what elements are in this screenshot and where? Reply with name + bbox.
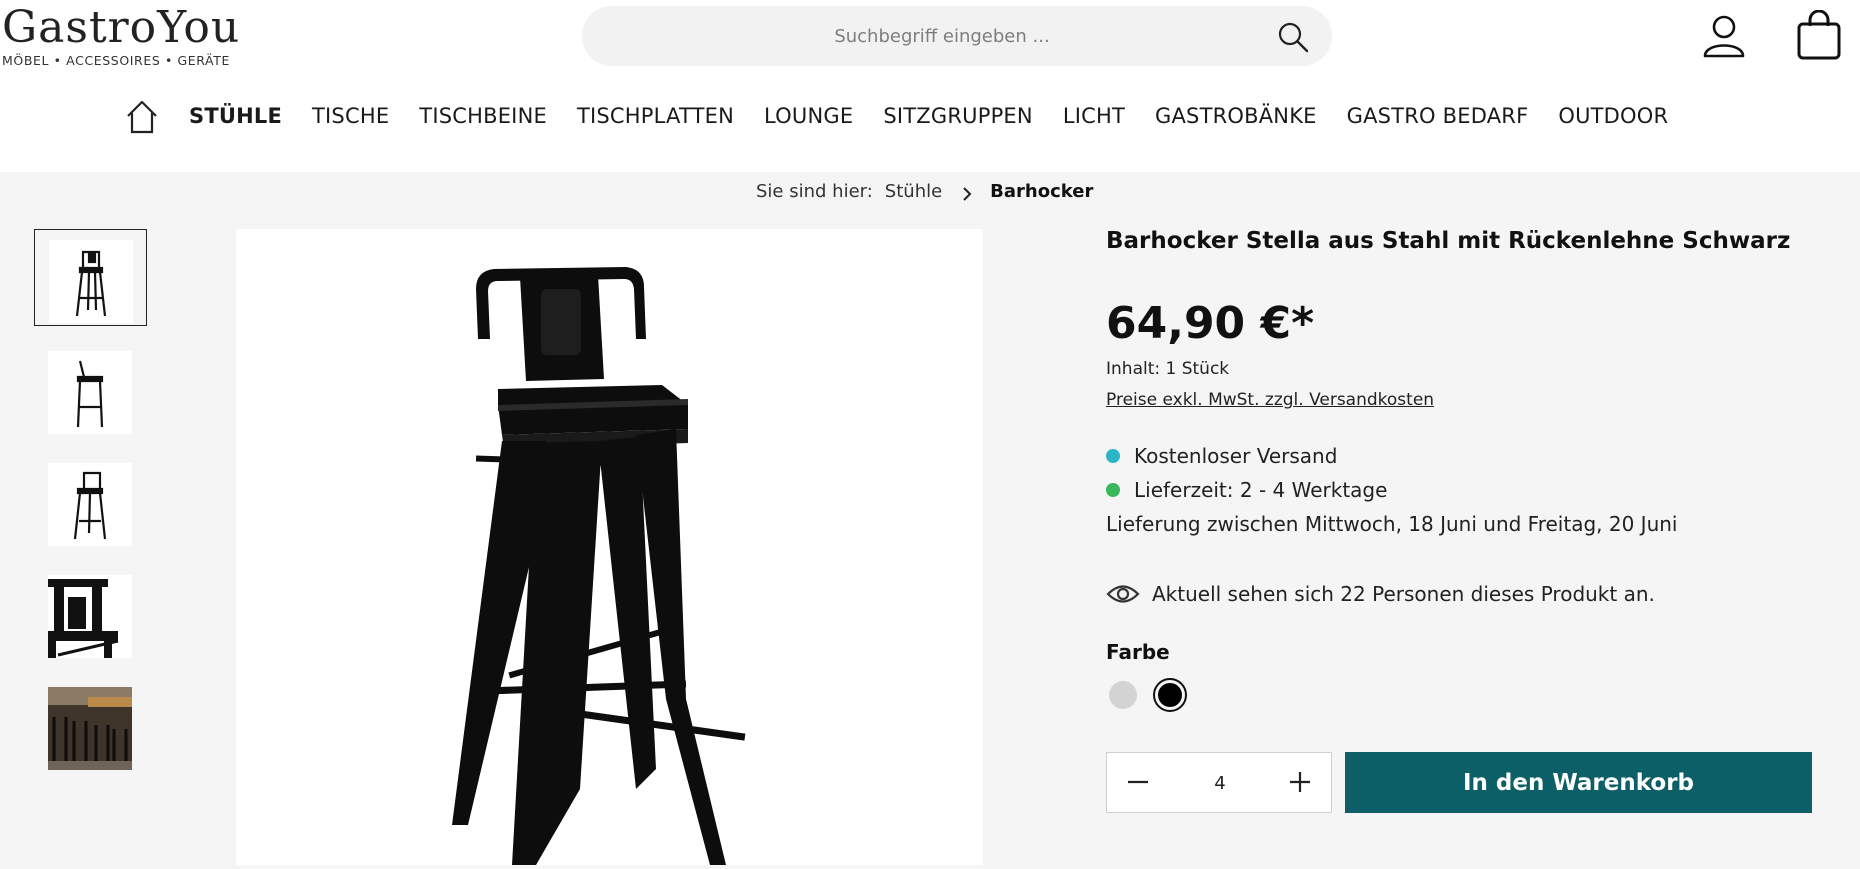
add-to-cart-button[interactable]: In den Warenkorb	[1345, 752, 1812, 813]
status-dot	[1106, 483, 1120, 497]
nav-item-gastro-bedarf[interactable]: GASTRO BEDARF	[1347, 104, 1529, 128]
quantity-input[interactable]	[1163, 763, 1277, 803]
tax-shipping-link[interactable]: Preise exkl. MwSt. zzgl. Versandkosten	[1106, 390, 1434, 410]
viewers-info: Aktuell sehen sich 22 Personen dieses Pr…	[1106, 582, 1655, 606]
search-icon[interactable]	[1276, 20, 1310, 54]
thumbnail-1[interactable]	[34, 229, 147, 326]
status-dot	[1106, 449, 1120, 463]
delivery-window: Lieferung zwischen Mittwoch, 18 Juni und…	[1106, 512, 1678, 536]
nav-item-lounge[interactable]: LOUNGE	[764, 104, 853, 128]
quantity-decrease-button[interactable]	[1123, 767, 1153, 797]
logo-wordmark: GastroYou	[2, 2, 241, 53]
thumbnail-2[interactable]	[34, 341, 147, 438]
shipping-info: Kostenloser Versand	[1106, 444, 1337, 468]
chevron-right-icon	[962, 185, 972, 201]
logo-tagline: MÖBEL • ACCESSOIRES • GERÄTE	[2, 53, 230, 68]
product-title: Barhocker Stella aus Stahl mit Rückenleh…	[1106, 228, 1791, 254]
nav-item-stuehle[interactable]: STÜHLE	[189, 104, 282, 128]
thumbnail-4[interactable]	[34, 565, 147, 662]
delivery-time-text: Lieferzeit: 2 - 4 Werktage	[1134, 478, 1388, 502]
thumbnail-image	[49, 240, 133, 323]
nav-item-licht[interactable]: LICHT	[1063, 104, 1125, 128]
search-bar	[582, 6, 1332, 66]
breadcrumb-link-stuehle[interactable]: Stühle	[885, 181, 942, 202]
shopping-bag-icon[interactable]	[1796, 9, 1842, 60]
nav-items: STÜHLE TISCHE TISCHBEINE TISCHPLATTEN LO…	[189, 104, 1698, 128]
breadcrumb-prefix: Sie sind hier:	[756, 181, 873, 202]
delivery-time-info: Lieferzeit: 2 - 4 Werktage	[1106, 478, 1387, 502]
color-swatch-black[interactable]	[1153, 678, 1187, 712]
nav-item-gastrobaenke[interactable]: GASTROBÄNKE	[1155, 104, 1317, 128]
color-swatch-grey[interactable]	[1106, 678, 1140, 712]
thumbnail-image	[48, 463, 132, 546]
nav-item-sitzgruppen[interactable]: SITZGRUPPEN	[883, 104, 1032, 128]
product-content: Inhalt: 1 Stück	[1106, 359, 1230, 379]
breadcrumb: Sie sind hier: Stühle Barhocker	[756, 181, 1093, 202]
nav-item-outdoor[interactable]: OUTDOOR	[1558, 104, 1668, 128]
site-header: GastroYou MÖBEL • ACCESSOIRES • GERÄTE S…	[0, 0, 1860, 172]
quantity-increase-button[interactable]	[1285, 767, 1315, 797]
thumbnail-3[interactable]	[34, 453, 147, 550]
swatch-fill	[1158, 683, 1182, 707]
nav-item-tischbeine[interactable]: TISCHBEINE	[419, 104, 547, 128]
shipping-text: Kostenloser Versand	[1134, 444, 1338, 468]
thumbnail-image	[48, 575, 132, 658]
main-navigation: STÜHLE TISCHE TISCHBEINE TISCHPLATTEN LO…	[0, 100, 1860, 140]
nav-item-tische[interactable]: TISCHE	[312, 104, 389, 128]
swatch-fill	[1109, 681, 1137, 709]
color-label: Farbe	[1106, 640, 1170, 664]
search-input[interactable]	[582, 6, 1332, 66]
logo[interactable]: GastroYou MÖBEL • ACCESSOIRES • GERÄTE	[2, 2, 241, 69]
breadcrumb-current: Barhocker	[990, 181, 1094, 202]
product-main-image[interactable]	[236, 229, 983, 865]
thumbnail-image	[48, 687, 132, 770]
home-icon[interactable]	[126, 100, 158, 134]
viewers-text: Aktuell sehen sich 22 Personen dieses Pr…	[1152, 582, 1655, 606]
thumbnail-5[interactable]	[34, 677, 147, 774]
nav-item-tischplatten[interactable]: TISCHPLATTEN	[577, 104, 734, 128]
eye-icon	[1106, 583, 1140, 605]
product-price: 64,90 €*	[1106, 298, 1315, 349]
thumbnail-image	[48, 351, 132, 434]
user-icon[interactable]	[1702, 14, 1746, 58]
quantity-stepper	[1106, 752, 1332, 813]
